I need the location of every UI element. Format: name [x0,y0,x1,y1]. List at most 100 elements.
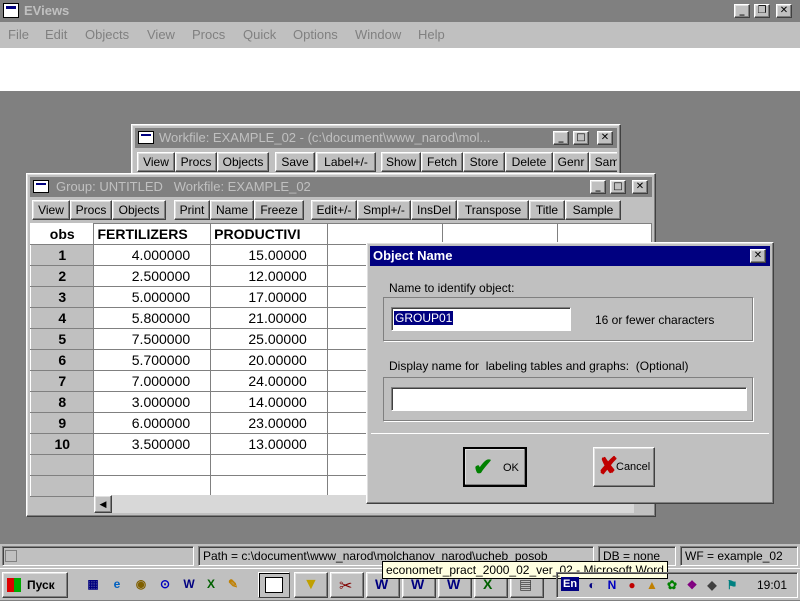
tray-icon[interactable]: ◆ [703,576,721,594]
group-print-button[interactable]: Print [174,200,210,220]
cell-fertilizers[interactable] [93,475,212,497]
cell-productivi[interactable]: 21.00000 [210,307,328,329]
cell-productivi[interactable]: 17.00000 [210,286,328,308]
menu-procs[interactable]: Procs [192,27,225,42]
cell-fertilizers[interactable]: 5.700000 [93,349,212,371]
row-header[interactable]: 7 [30,370,95,392]
workfile-procs-button[interactable]: Procs [175,152,217,172]
menu-window[interactable]: Window [355,27,401,42]
quick-launch-icon[interactable]: ◉ [132,575,150,593]
workfile-fetch-button[interactable]: Fetch [421,152,463,172]
group-view-button[interactable]: View [32,200,70,220]
group-objects-button[interactable]: Objects [112,200,166,220]
cell-productivi[interactable] [210,454,328,476]
word-icon[interactable]: W [180,575,198,593]
group-title-button[interactable]: Title [529,200,565,220]
cell-productivi[interactable]: 23.00000 [210,412,328,434]
workfile-save-button[interactable]: Save [275,152,315,172]
ok-button[interactable]: ✔ OK [463,447,527,487]
column-header-obs[interactable]: obs [30,223,95,245]
workfile-maximize-button[interactable]: □ [573,131,589,145]
group-procs-button[interactable]: Procs [70,200,112,220]
close-button[interactable]: ✕ [776,4,792,18]
workfile-sample-button[interactable]: Sam [589,152,617,172]
workfile-titlebar[interactable]: Workfile: EXAMPLE_02 - (c:\document\www_… [135,128,617,148]
command-window[interactable] [0,48,800,92]
column-header-productivi[interactable]: PRODUCTIVI [210,223,328,245]
group-minimize-button[interactable]: _ [590,180,606,194]
column-header-fertilizers[interactable]: FERTILIZERS [93,223,212,245]
group-insdel-button[interactable]: InsDel [411,200,457,220]
tray-icon[interactable]: ◐ [583,576,601,594]
group-titlebar[interactable]: Group: UNTITLED Workfile: EXAMPLE_02 _ □… [30,177,652,197]
cell-fertilizers[interactable] [93,454,212,476]
row-header[interactable]: 6 [30,349,95,371]
workfile-delete-button[interactable]: Delete [505,152,553,172]
menu-objects[interactable]: Objects [85,27,129,42]
tray-icon[interactable]: ❖ [683,576,701,594]
restore-button[interactable]: ❐ [754,4,770,18]
menu-edit[interactable]: Edit [45,27,67,42]
cell-fertilizers[interactable]: 7.500000 [93,328,212,350]
cell-fertilizers[interactable]: 3.000000 [93,391,212,413]
cell-fertilizers[interactable]: 4.000000 [93,244,212,266]
quick-launch-icon[interactable]: ✎ [224,575,242,593]
workfile-objects-button[interactable]: Objects [217,152,269,172]
group-freeze-button[interactable]: Freeze [254,200,304,220]
group-transpose-button[interactable]: Transpose [457,200,529,220]
row-header[interactable] [30,475,95,497]
language-indicator[interactable]: En [561,577,580,591]
workfile-minimize-button[interactable]: _ [553,131,569,145]
menu-help[interactable]: Help [418,27,445,42]
row-header[interactable] [30,454,95,476]
row-header[interactable]: 8 [30,391,95,413]
tray-icon[interactable]: ⚑ [723,576,741,594]
minimize-button[interactable]: _ [734,4,750,18]
cell-fertilizers[interactable]: 5.000000 [93,286,212,308]
workfile-view-button[interactable]: View [137,152,175,172]
excel-icon[interactable]: X [202,575,220,593]
workfile-genr-button[interactable]: Genr [553,152,589,172]
dialog-titlebar[interactable]: Object Name ✕ [370,246,770,266]
display-name-input[interactable] [391,387,747,411]
cell-productivi[interactable]: 13.00000 [210,433,328,455]
taskbar-eviews-button[interactable] [258,572,290,598]
scroll-left-arrow[interactable]: ◀ [94,495,112,513]
object-name-input[interactable]: GROUP01 [391,307,571,331]
group-name-button[interactable]: Name [210,200,254,220]
menu-options[interactable]: Options [293,27,338,42]
internet-explorer-icon[interactable]: e [108,575,126,593]
group-sample-button[interactable]: Sample [565,200,621,220]
group-smpl-button[interactable]: Smpl+/- [357,200,411,220]
tray-icon[interactable]: ▲ [643,576,661,594]
cell-fertilizers[interactable]: 3.500000 [93,433,212,455]
start-button[interactable]: Пуск [2,572,68,598]
tray-icon[interactable]: ✿ [663,576,681,594]
group-close-button[interactable]: ✕ [632,180,648,194]
row-header[interactable]: 5 [30,328,95,350]
menu-view[interactable]: View [147,27,175,42]
tray-icon[interactable]: ● [623,576,641,594]
quick-launch-icon[interactable]: ⊙ [156,575,174,593]
row-header[interactable]: 3 [30,286,95,308]
quick-launch-app-icon[interactable]: ▦ [84,575,102,593]
cell-productivi[interactable]: 25.00000 [210,328,328,350]
menu-file[interactable]: File [8,27,29,42]
row-header[interactable]: 4 [30,307,95,329]
cell-fertilizers[interactable]: 6.000000 [93,412,212,434]
row-header[interactable]: 1 [30,244,95,266]
workfile-close-button[interactable]: ✕ [597,131,613,145]
dialog-close-button[interactable]: ✕ [750,249,766,263]
cell-productivi[interactable]: 20.00000 [210,349,328,371]
cell-productivi[interactable]: 24.00000 [210,370,328,392]
tray-icon[interactable]: N [603,576,621,594]
app-titlebar[interactable]: EViews _ ❐ ✕ [0,0,800,22]
taskbar-task-button[interactable]: ✂ [330,572,364,598]
workfile-label-button[interactable]: Label+/- [316,152,376,172]
cell-fertilizers[interactable]: 7.000000 [93,370,212,392]
group-maximize-button[interactable]: □ [610,180,626,194]
cell-productivi[interactable]: 12.00000 [210,265,328,287]
workfile-store-button[interactable]: Store [463,152,505,172]
workfile-show-button[interactable]: Show [381,152,421,172]
group-edit-button[interactable]: Edit+/- [311,200,357,220]
